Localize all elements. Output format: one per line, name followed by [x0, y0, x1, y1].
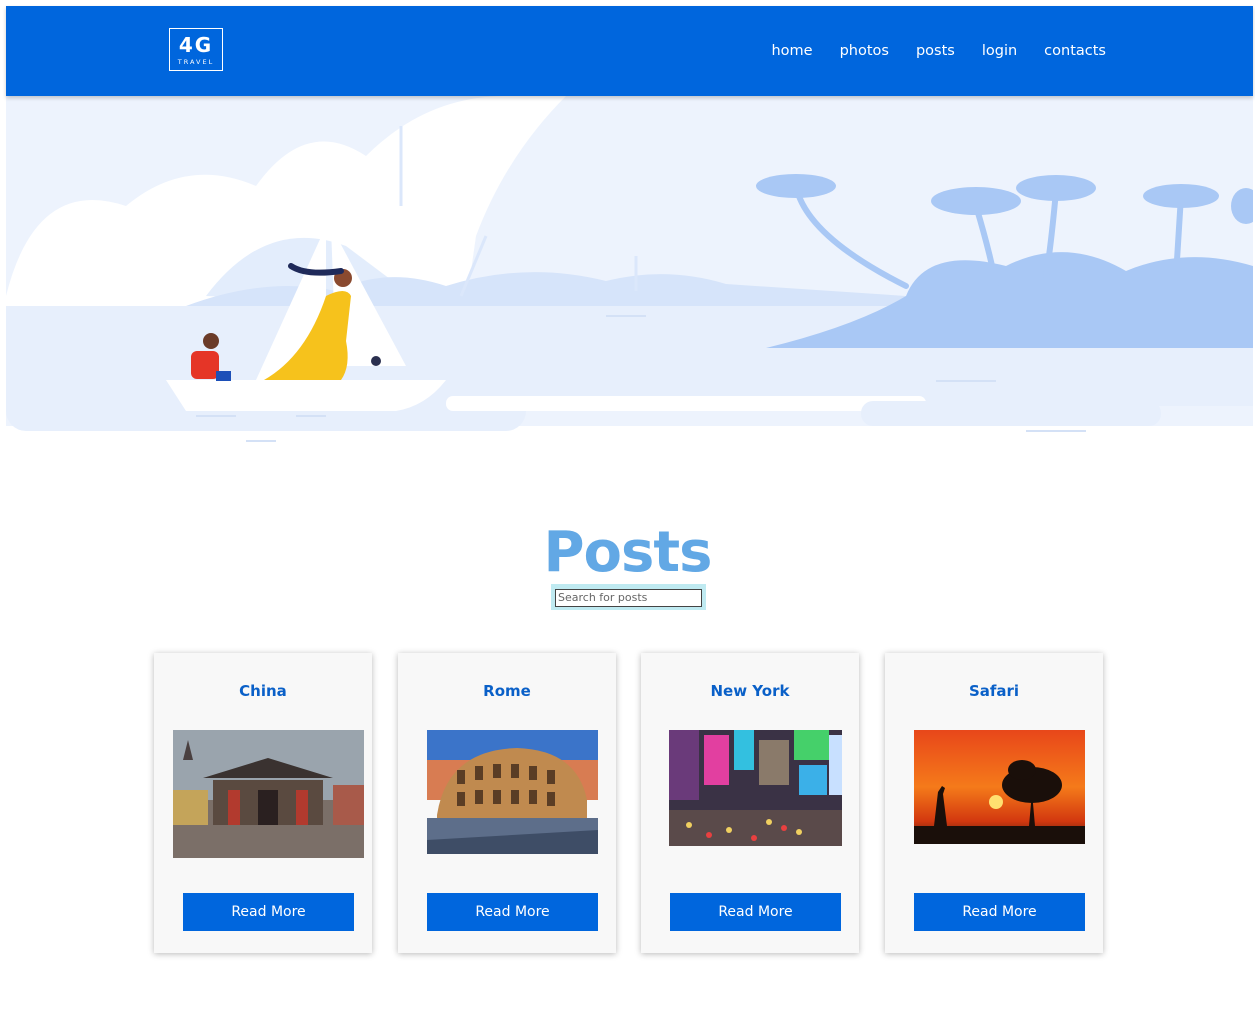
- hero-illustration: [6, 96, 1253, 461]
- nav-link-photos[interactable]: photos: [840, 43, 889, 59]
- search-box: [551, 584, 706, 610]
- card-title: Rome: [483, 682, 531, 700]
- post-card-china: China Read More: [154, 653, 372, 953]
- china-gate-photo: [173, 730, 364, 858]
- read-more-button[interactable]: Read More: [427, 893, 598, 931]
- read-more-button[interactable]: Read More: [670, 893, 841, 931]
- times-square-photo: [669, 730, 842, 846]
- logo[interactable]: 4G TRAVEL: [169, 28, 223, 71]
- post-card-safari: Safari Read More: [885, 653, 1103, 953]
- nav-link-login[interactable]: login: [982, 43, 1017, 59]
- card-title: New York: [710, 682, 790, 700]
- safari-sunset-photo: [914, 730, 1085, 844]
- read-more-button[interactable]: Read More: [914, 893, 1085, 931]
- logo-subtext: TRAVEL: [177, 58, 215, 66]
- colosseum-photo: [427, 730, 598, 854]
- post-card-rome: Rome Read More: [398, 653, 616, 953]
- nav-link-contacts[interactable]: contacts: [1044, 43, 1106, 59]
- card-title: Safari: [968, 682, 1020, 700]
- nav-link-posts[interactable]: posts: [916, 43, 955, 59]
- hero-scene-image: [6, 96, 1253, 461]
- nav-links: home photos posts login contacts: [744, 6, 1106, 96]
- card-title: China: [239, 682, 287, 700]
- post-card-new-york: New York Read More: [641, 653, 859, 953]
- page-title: Posts: [543, 520, 713, 585]
- navbar: 4G TRAVEL home photos posts login contac…: [6, 6, 1253, 96]
- search-input[interactable]: [555, 588, 702, 607]
- logo-text: 4G: [178, 33, 214, 57]
- read-more-button[interactable]: Read More: [183, 893, 354, 931]
- nav-link-home[interactable]: home: [771, 43, 812, 59]
